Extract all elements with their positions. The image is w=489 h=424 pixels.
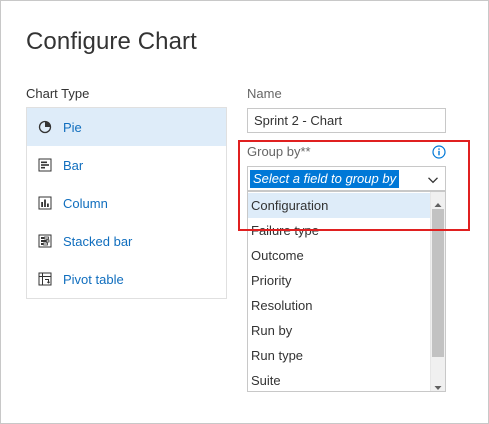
group-by-option-run-type[interactable]: Run type [248,343,430,368]
chart-type-label-pie: Pie [63,119,82,135]
group-by-option-resolution[interactable]: Resolution [248,293,430,318]
chart-type-pivot-table[interactable]: Pivot table [27,260,226,298]
chart-type-list: Pie Bar Column Stacked bar Pivot table [26,107,227,299]
configure-chart-dialog: Configure Chart Chart Type Pie Bar Colum… [0,0,489,424]
pie-icon [38,120,52,134]
group-by-highlight-box [238,140,470,231]
chart-type-pie[interactable]: Pie [27,108,226,146]
chart-name-input[interactable] [247,108,446,133]
name-label: Name [247,86,282,101]
scroll-down-icon[interactable] [434,379,442,390]
chart-type-label-column: Column [63,195,108,211]
group-by-option-outcome[interactable]: Outcome [248,243,430,268]
group-by-option-suite[interactable]: Suite [248,368,430,391]
column-icon [38,196,52,210]
group-by-option-run-by[interactable]: Run by [248,318,430,343]
pivot-table-icon [38,272,52,286]
dialog-title: Configure Chart [26,28,197,55]
group-by-option-priority[interactable]: Priority [248,268,430,293]
chart-type-bar[interactable]: Bar [27,146,226,184]
stacked-bar-icon [38,234,52,248]
scrollbar-thumb[interactable] [432,209,444,357]
chart-type-label-stacked-bar: Stacked bar [63,233,133,249]
chart-type-label-bar: Bar [63,157,84,173]
chart-type-stacked-bar[interactable]: Stacked bar [27,222,226,260]
chart-type-label: Chart Type [26,86,90,101]
chart-type-column[interactable]: Column [27,184,226,222]
bar-icon [38,158,52,172]
chart-type-label-pivot-table: Pivot table [63,271,124,287]
